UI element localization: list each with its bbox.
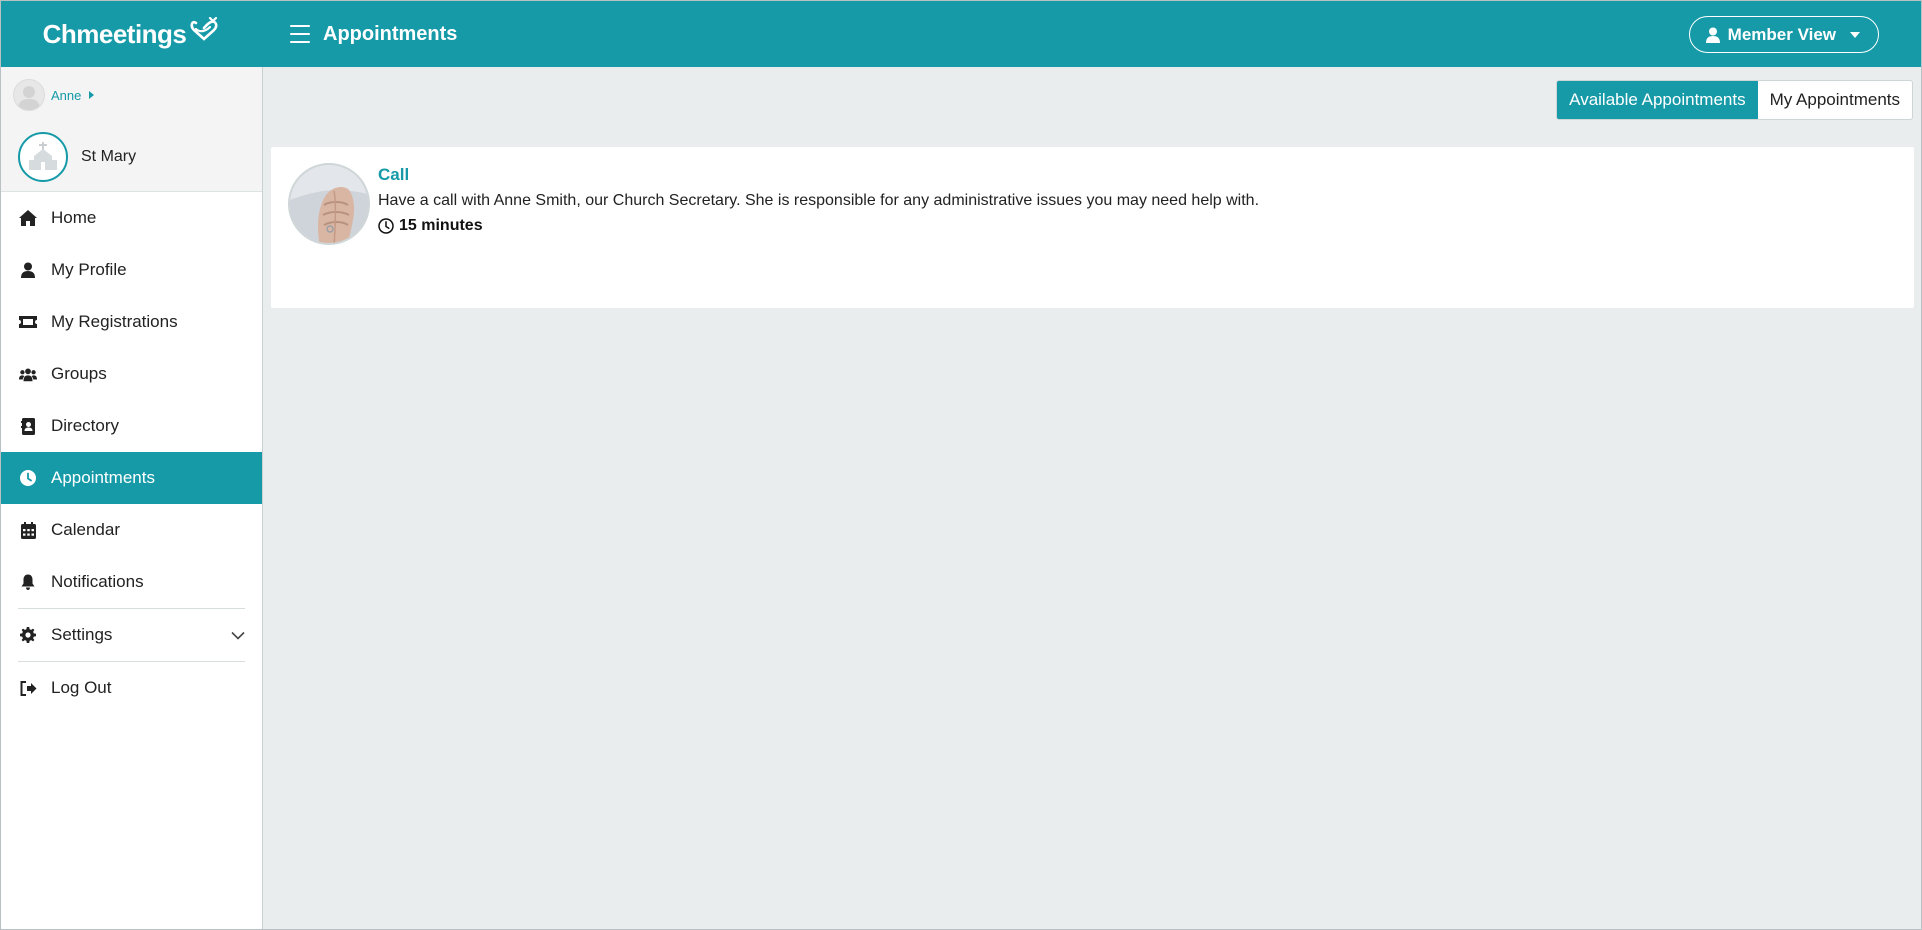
caret-right-icon <box>89 91 95 99</box>
sidebar-item-label: Groups <box>51 364 107 383</box>
user-icon <box>19 261 37 279</box>
address-book-icon <box>19 417 37 435</box>
caret-down-icon <box>1850 31 1860 38</box>
sidebar-item-calendar[interactable]: Calendar <box>1 504 262 556</box>
sidebar-nav: Home My Profile My Registrations Groups <box>1 192 262 714</box>
gear-icon <box>19 626 37 644</box>
tab-available-appointments[interactable]: Available Appointments <box>1557 81 1758 119</box>
user-name: Anne <box>51 87 82 103</box>
clock-icon <box>378 218 394 234</box>
sidebar-item-home[interactable]: Home <box>1 192 262 244</box>
user-block: Anne St Mary <box>1 67 262 192</box>
sidebar-item-log-out[interactable]: Log Out <box>1 662 262 714</box>
sidebar-item-label: Log Out <box>51 678 112 697</box>
sign-out-icon <box>19 679 37 697</box>
calendar-icon <box>19 521 37 539</box>
appointment-photo <box>288 163 370 245</box>
church-selector[interactable]: St Mary <box>18 132 136 182</box>
users-icon <box>19 365 37 383</box>
ticket-icon <box>19 313 37 331</box>
home-icon <box>19 209 37 227</box>
sidebar-item-notifications[interactable]: Notifications <box>1 556 262 608</box>
sidebar-item-label: Directory <box>51 416 120 435</box>
sidebar-item-appointments[interactable]: Appointments <box>1 452 262 504</box>
sidebar-item-settings[interactable]: Settings <box>1 609 262 661</box>
sidebar-item-directory[interactable]: Directory <box>1 400 262 452</box>
sidebar-item-label: Notifications <box>51 572 144 591</box>
clock-icon <box>19 469 37 487</box>
brand-name: Chmeetings <box>42 18 187 49</box>
appointment-title-link[interactable]: Call <box>378 165 409 185</box>
app-window: Chmeetings Appointments Member View Anne… <box>0 0 1922 930</box>
church-name: St Mary <box>81 148 137 165</box>
user-icon <box>1705 27 1720 43</box>
sidebar-item-label: Settings <box>51 625 113 644</box>
appointment-duration-text: 15 minutes <box>399 217 483 234</box>
chevron-down-icon <box>231 625 245 645</box>
brand-logo[interactable]: Chmeetings <box>1 1 262 67</box>
sidebar: Anne St Mary Home My Profile My Registra… <box>1 67 263 929</box>
page-title: Appointments <box>323 22 458 45</box>
sidebar-item-label: Calendar <box>51 520 120 539</box>
member-view-label: Member View <box>1727 24 1836 44</box>
top-bar: Chmeetings Appointments Member View <box>1 1 1921 67</box>
church-logo <box>18 132 68 182</box>
tab-my-appointments[interactable]: My Appointments <box>1758 81 1912 119</box>
sidebar-item-label: My Registrations <box>51 312 178 331</box>
heart-logo-icon <box>190 17 218 41</box>
sidebar-item-my-registrations[interactable]: My Registrations <box>1 296 262 348</box>
avatar <box>13 79 45 111</box>
member-view-dropdown[interactable]: Member View <box>1688 16 1879 53</box>
sidebar-item-label: Appointments <box>51 468 155 487</box>
appointment-description: Have a call with Anne Smith, our Church … <box>378 192 1260 209</box>
bell-icon <box>19 573 37 591</box>
appointment-tabs: Available Appointments My Appointments <box>1556 80 1913 120</box>
sidebar-item-label: My Profile <box>51 260 127 279</box>
menu-toggle-icon[interactable] <box>290 25 310 43</box>
user-menu[interactable]: Anne <box>13 79 95 111</box>
sidebar-item-groups[interactable]: Groups <box>1 348 262 400</box>
sidebar-item-my-profile[interactable]: My Profile <box>1 244 262 296</box>
appointment-duration: 15 minutes <box>378 217 483 235</box>
appointment-card[interactable]: Call Have a call with Anne Smith, our Ch… <box>271 147 1914 308</box>
sidebar-item-label: Home <box>51 208 97 227</box>
